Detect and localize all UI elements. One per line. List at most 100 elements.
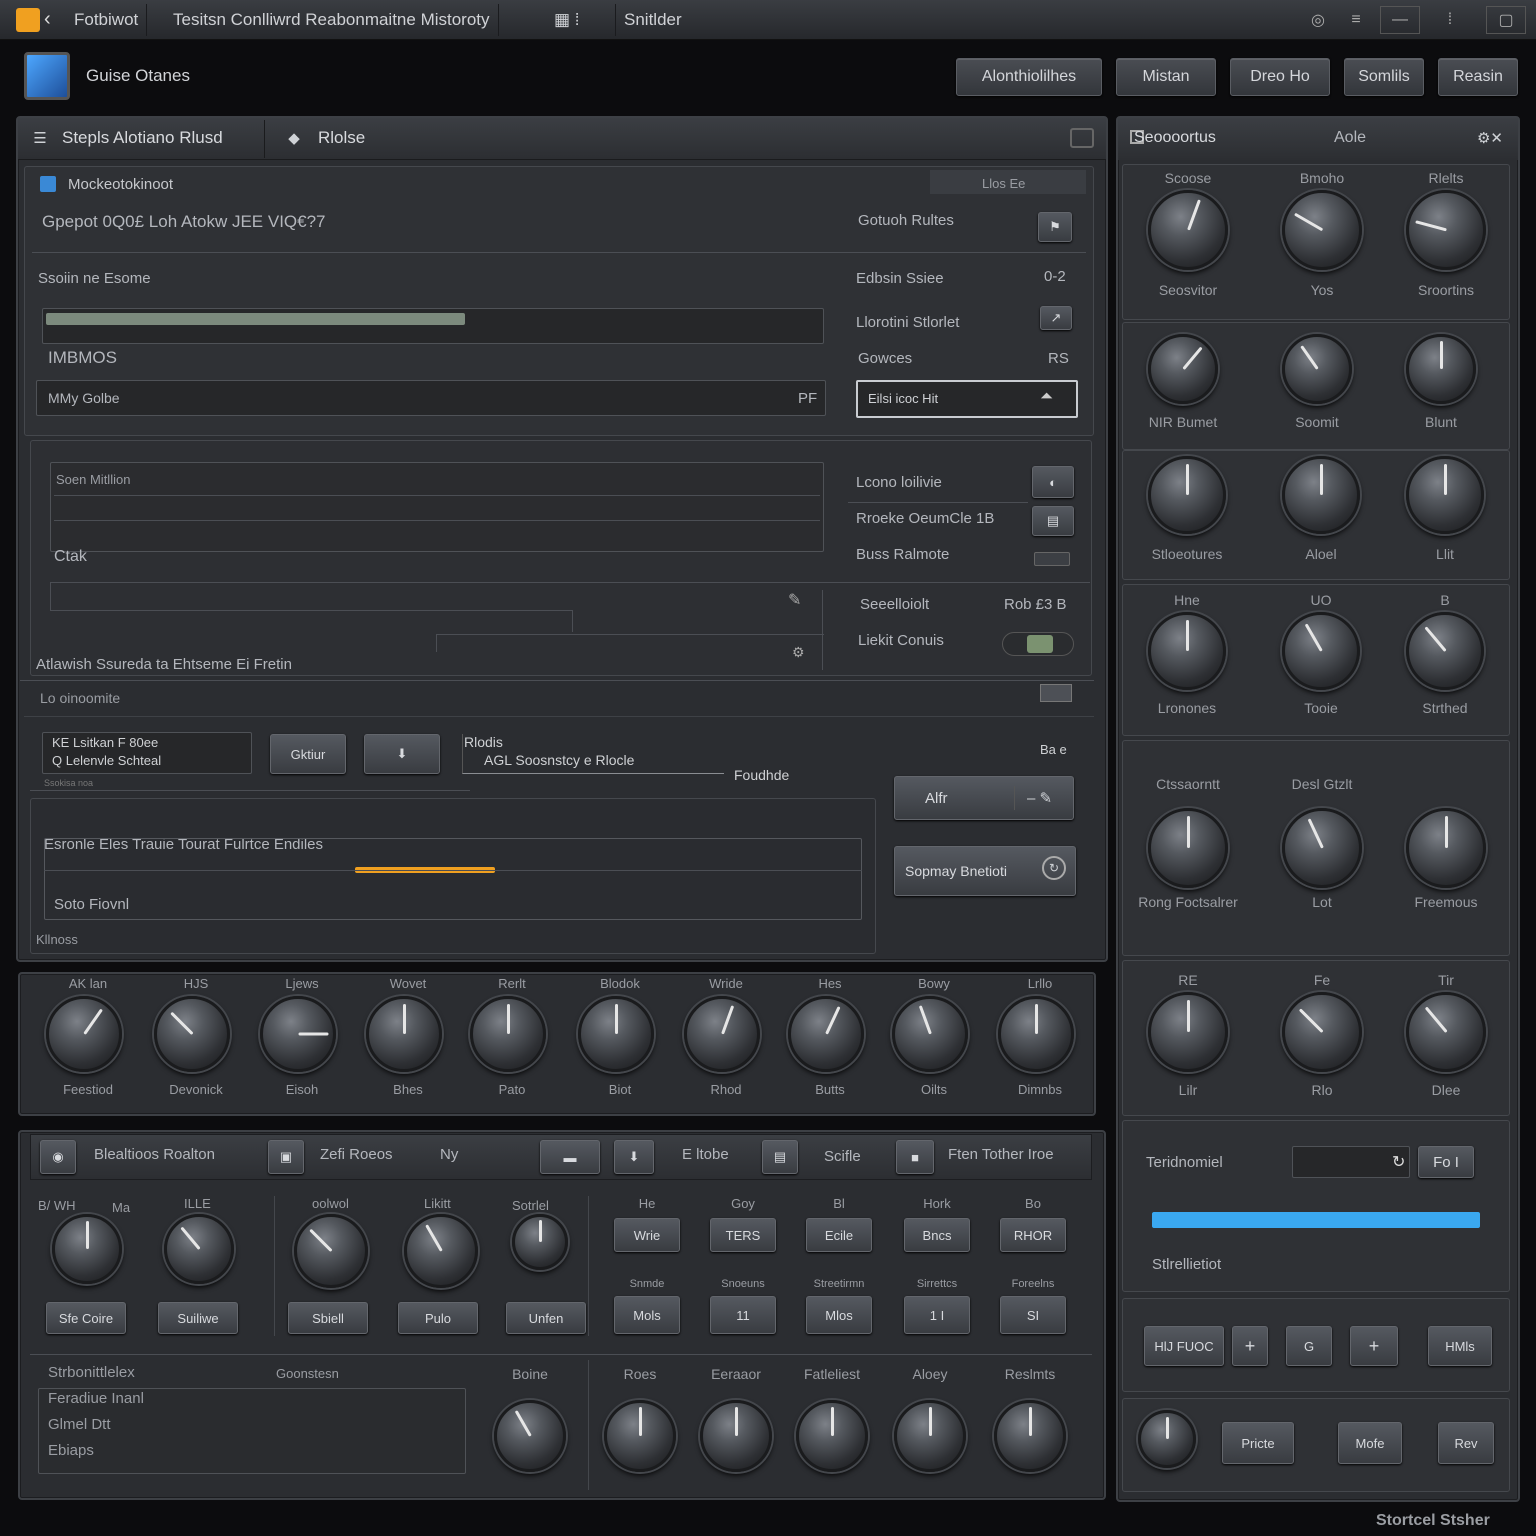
settings-icon[interactable]: ◎ — [1298, 6, 1338, 34]
bottom-left-button[interactable]: Pulo — [398, 1302, 478, 1334]
list-box[interactable] — [50, 462, 824, 552]
save-icon-button[interactable]: ▤ — [1032, 506, 1074, 536]
knob-row-knob[interactable] — [260, 996, 336, 1072]
right-knob[interactable] — [1148, 612, 1226, 690]
pin-button[interactable]: ⬇ — [364, 734, 440, 774]
bottom-left-knob[interactable] — [404, 1214, 478, 1288]
arrow-button[interactable]: ↗ — [1040, 306, 1072, 330]
window-icon[interactable] — [1040, 684, 1072, 702]
edit-icon[interactable]: ✎ — [788, 590, 801, 610]
knob-row-knob[interactable] — [892, 996, 968, 1072]
knob-row-knob[interactable] — [46, 996, 122, 1072]
right-knob[interactable] — [1406, 190, 1486, 270]
tone-slider-track[interactable] — [1152, 1212, 1480, 1228]
grid-button-row1[interactable]: TERS — [710, 1218, 776, 1252]
tools-icon[interactable]: ⚙✕ — [1470, 126, 1510, 150]
knob-row-knob[interactable] — [788, 996, 864, 1072]
layout-icon[interactable]: ▦ ⁞ — [546, 4, 616, 36]
master-knob[interactable] — [1138, 1410, 1196, 1468]
bottom-right-btn-3[interactable]: Rev — [1438, 1422, 1494, 1464]
list-item[interactable]: Ctak — [54, 548, 87, 566]
tone-button[interactable]: Fo I — [1418, 1146, 1474, 1178]
right-knob[interactable] — [1406, 612, 1484, 690]
tab-icon-3[interactable]: ▬ — [540, 1140, 600, 1174]
transport-btn-3[interactable]: G — [1286, 1326, 1332, 1366]
right-knob[interactable] — [1282, 612, 1360, 690]
tab-icon-1[interactable]: ◉ — [40, 1140, 76, 1174]
gear-icon[interactable]: ⚙ — [792, 644, 805, 661]
minimize-button[interactable]: — — [1380, 6, 1420, 34]
bottom-tab-1[interactable]: Blealtioos Roalton — [94, 1146, 215, 1163]
grid-button-row2[interactable]: Mlos — [806, 1296, 872, 1334]
knob-row-knob[interactable] — [470, 996, 546, 1072]
tab-icon-4[interactable]: ⬇ — [614, 1140, 654, 1174]
flag-button[interactable]: ⚑ — [1038, 212, 1072, 242]
grid-button-row1[interactable]: Bncs — [904, 1218, 970, 1252]
grid-button-row2[interactable]: 11 — [710, 1296, 776, 1334]
header-button-4[interactable]: Somlils — [1344, 58, 1424, 96]
grid-button-row1[interactable]: Wrie — [614, 1218, 680, 1252]
header-button-3[interactable]: Dreo Ho — [1230, 58, 1330, 96]
knob-row-knob[interactable] — [578, 996, 654, 1072]
bottom-left-knob[interactable] — [294, 1214, 368, 1288]
small-button-1[interactable]: Gktiur — [270, 734, 346, 774]
menu-icon[interactable]: ≡ — [1336, 6, 1376, 34]
right-knob[interactable] — [1148, 808, 1228, 888]
knob-row-knob[interactable] — [366, 996, 442, 1072]
tab-icon-5[interactable]: ▤ — [762, 1140, 798, 1174]
bottom-tab-2[interactable]: Zefi Roeos — [320, 1146, 393, 1163]
switch-toggle[interactable] — [1002, 632, 1074, 656]
tab-secondary[interactable]: Rlolse — [318, 128, 365, 148]
bottom-right-btn-2[interactable]: Mofe — [1338, 1422, 1402, 1464]
grid-button-row1[interactable]: RHOR — [1000, 1218, 1066, 1252]
transport-btn-4[interactable]: + — [1350, 1326, 1398, 1366]
bottom-tab-5[interactable]: Scifle — [824, 1148, 861, 1165]
transport-btn-5[interactable]: HMls — [1428, 1326, 1492, 1366]
knob-row-knob[interactable] — [684, 996, 760, 1072]
right-knob[interactable] — [1406, 456, 1484, 534]
right-knob[interactable] — [1148, 334, 1218, 404]
tab-title[interactable]: Snitlder — [616, 4, 690, 36]
tab-icon-2[interactable]: ▣ — [268, 1140, 304, 1174]
section1-field[interactable] — [36, 380, 826, 416]
right-knob[interactable] — [1406, 992, 1486, 1072]
tab-icon-6[interactable]: ■ — [896, 1140, 934, 1174]
header-button-5[interactable]: Reasin — [1438, 58, 1518, 96]
panel-expand-icon[interactable] — [1070, 128, 1094, 148]
footer-knob[interactable] — [796, 1400, 868, 1472]
bottom-left-knob[interactable] — [52, 1214, 122, 1284]
bottom-tab-6[interactable]: Ften Tother Iroe — [948, 1146, 1054, 1163]
grid-button-row2[interactable]: SI — [1000, 1296, 1066, 1334]
header-button-1[interactable]: Alonthiolilhes — [956, 58, 1102, 96]
bottom-left-knob[interactable] — [512, 1214, 568, 1270]
bottom-left-button[interactable]: Unfen — [506, 1302, 586, 1334]
tab-main[interactable]: Stepls Alotiano Rlusd — [62, 128, 223, 148]
grid-button-row2[interactable]: 1 I — [904, 1296, 970, 1334]
grid-button-row1[interactable]: Ecile — [806, 1218, 872, 1252]
bottom-left-button[interactable]: Sbiell — [288, 1302, 368, 1334]
transport-btn-1[interactable]: HlJ FUOC — [1144, 1326, 1224, 1366]
footer-knob[interactable] — [994, 1400, 1066, 1472]
toggle-icon-button[interactable]: ◐ — [1032, 466, 1074, 498]
progress2-field-text[interactable]: Soto Fiovnl — [54, 896, 129, 913]
right-knob[interactable] — [1282, 456, 1360, 534]
bottom-left-button[interactable]: Suiliwe — [158, 1302, 238, 1334]
bottom-left-button[interactable]: Sfe Coire — [46, 1302, 126, 1334]
right-knob[interactable] — [1406, 334, 1476, 404]
footer-knob[interactable] — [604, 1400, 676, 1472]
right-knob[interactable] — [1148, 456, 1226, 534]
right-knob[interactable] — [1148, 992, 1228, 1072]
right-knob[interactable] — [1406, 808, 1486, 888]
knob-row-knob[interactable] — [998, 996, 1074, 1072]
bottom-tab-3[interactable]: Ny — [440, 1146, 458, 1163]
bottom-tab-4[interactable]: E ltobe — [682, 1146, 729, 1163]
right-knob[interactable] — [1282, 190, 1362, 270]
right-knob[interactable] — [1282, 334, 1352, 404]
bottom-left-knob[interactable] — [164, 1214, 234, 1284]
footer-knob[interactable] — [494, 1400, 566, 1472]
footer-knob[interactable] — [894, 1400, 966, 1472]
footer-knob[interactable] — [700, 1400, 772, 1472]
knob-row-knob[interactable] — [154, 996, 230, 1072]
right-knob[interactable] — [1282, 808, 1362, 888]
bottom-right-btn-1[interactable]: Pricte — [1222, 1422, 1294, 1464]
